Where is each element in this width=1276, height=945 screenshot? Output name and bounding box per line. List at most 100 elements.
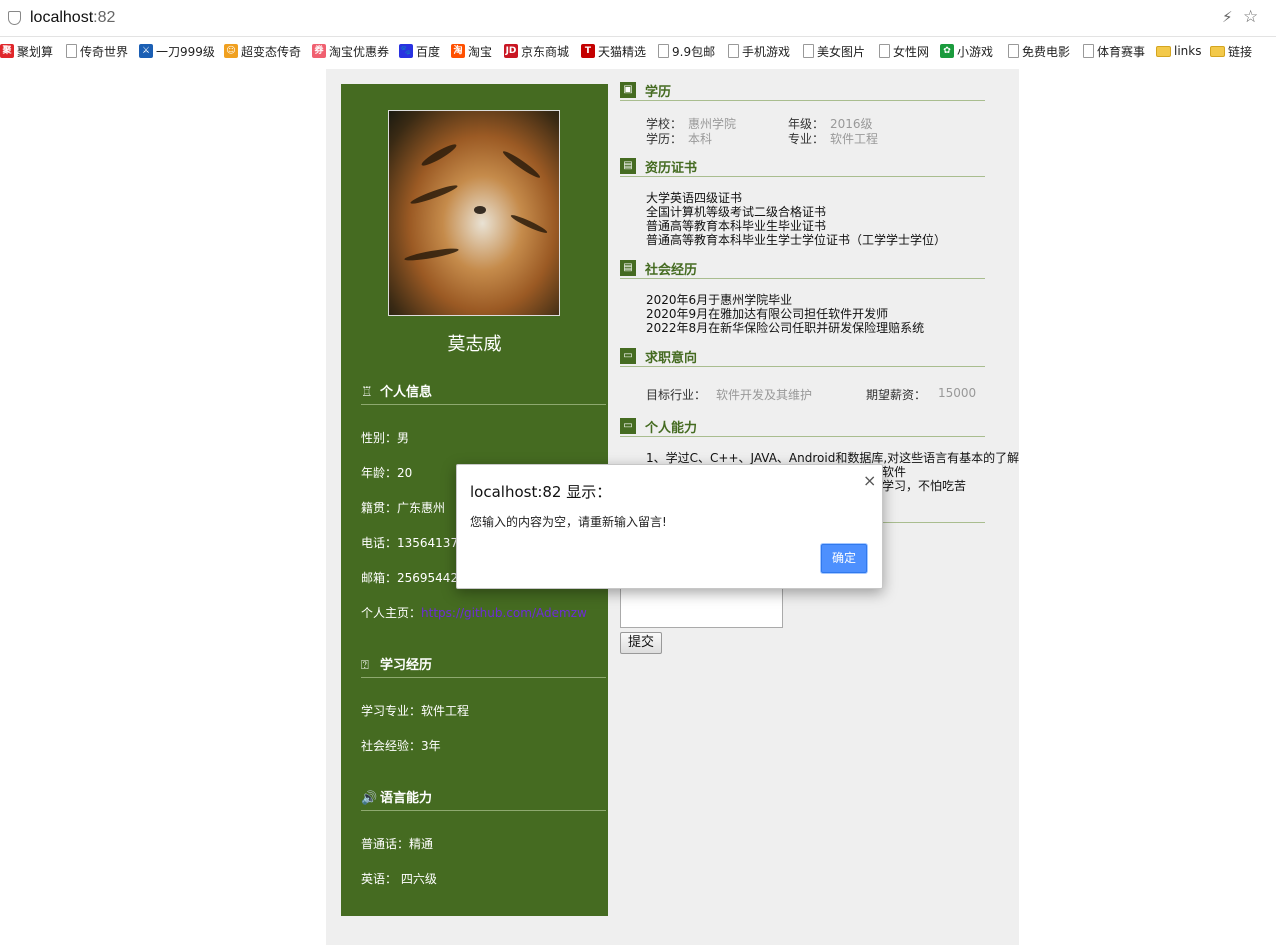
gender-text: 性别：男: [361, 431, 410, 445]
industry-value: 软件开发及其维护: [716, 388, 813, 402]
bookmark-label: 京东商城: [521, 44, 570, 59]
bookmark-item[interactable]: 免费电影: [1008, 42, 1070, 60]
intent-heading: ▭ 求职意向: [620, 348, 985, 367]
tmall-icon: T: [581, 44, 595, 58]
email-text: 邮箱：25695442: [361, 571, 459, 585]
bookmark-item[interactable]: 淘淘宝: [451, 42, 492, 60]
bookmark-label: 淘宝: [468, 44, 493, 59]
submit-button[interactable]: 提交: [620, 632, 662, 654]
game-icon: ✿: [940, 44, 954, 58]
juhuasuan-icon: 聚: [0, 44, 14, 58]
page-icon: [803, 44, 814, 58]
page-icon: [728, 44, 739, 58]
bookmark-item[interactable]: ⚔ 一刀999级: [139, 42, 215, 60]
security-shield-icon[interactable]: [8, 11, 21, 25]
bookmark-label: 免费电影: [1022, 44, 1071, 59]
phone-text: 电话：13564137: [361, 536, 459, 550]
close-icon[interactable]: ×: [863, 471, 876, 490]
bookmark-label: 女性网: [893, 44, 930, 59]
bookmark-label: 聚划算: [17, 44, 54, 59]
study-major-text: 学习专业：软件工程: [361, 704, 470, 718]
bookmark-item[interactable]: 9.9包邮: [658, 42, 715, 60]
profile-photo: [388, 110, 560, 316]
bookmark-label: 小游戏: [957, 44, 994, 59]
major-value: 软件工程: [830, 132, 879, 146]
education-heading: ▣ 学历: [620, 82, 985, 101]
bookmark-label: 天猫精选: [598, 44, 647, 59]
bookmark-label: 9.9包邮: [672, 44, 716, 59]
address-bar[interactable]: localhost:82 ⚡ ☆: [0, 0, 1276, 37]
industry-label: 目标行业：: [646, 388, 707, 402]
bookmark-item[interactable]: 链接: [1210, 42, 1252, 60]
bookmarks-bar: 聚聚划算 传奇世界 ⚔ 一刀999级 ☺ 超变态传奇券淘宝优惠券 🐾 百度淘淘宝 JD 京东商城 T…: [0, 38, 1276, 64]
bookmark-item[interactable]: 美女图片: [803, 42, 865, 60]
bookmark-label: 传奇世界: [80, 44, 129, 59]
social-item: 2022年8月在新华保险公司任职并研发保险理赔系统: [646, 321, 925, 335]
folder-icon: [1156, 45, 1171, 57]
bookmark-label: 体育赛事: [1097, 44, 1146, 59]
bookmark-item[interactable]: 传奇世界: [66, 42, 128, 60]
certificate-item: 大学英语四级证书: [646, 191, 743, 205]
bookmark-star-icon[interactable]: ☆: [1243, 7, 1258, 27]
social-experience-text: 社会经验：3年: [361, 739, 441, 753]
bookmark-label: 美女图片: [817, 44, 866, 59]
url-text[interactable]: localhost:82: [30, 9, 115, 27]
major-label: 专业：: [788, 132, 825, 146]
bookmark-item[interactable]: JD 京东商城: [504, 42, 569, 60]
bookmark-label: 手机游戏: [742, 44, 791, 59]
degree-value: 本科: [688, 132, 713, 146]
taobao-icon: 券: [312, 44, 326, 58]
lightning-icon[interactable]: ⚡: [1222, 8, 1233, 26]
page-icon: [66, 44, 77, 58]
jd-icon: JD: [504, 44, 518, 58]
bookmark-label: 淘宝优惠券: [329, 44, 390, 59]
board-icon: ⍰: [361, 658, 369, 673]
ability-line-tail: 于学习，不怕吃苦: [870, 479, 967, 493]
bookmark-item[interactable]: ✿ 小游戏: [940, 42, 993, 60]
ability-line: 1、学过C、C++、JAVA、Android和数据库,对这些语言有基本的了解: [646, 451, 1020, 465]
speaker-icon: 🔊: [361, 791, 378, 806]
page-icon: [658, 44, 669, 58]
bookmark-label: 百度: [416, 44, 441, 59]
certificate-icon: ▤: [620, 158, 636, 174]
bookmark-item[interactable]: 聚聚划算: [0, 42, 53, 60]
ok-button[interactable]: 确定: [821, 544, 867, 573]
bookmark-label: 一刀999级: [156, 44, 215, 59]
certificates-heading: ▤ 资历证书: [620, 158, 985, 177]
bookmark-item[interactable]: T 天猫精选: [581, 42, 646, 60]
personal-info-heading: ♖ 个人信息: [361, 381, 606, 405]
folder-icon: [1210, 45, 1225, 57]
dialog-message: 您输入的内容为空，请重新输入留言!: [470, 515, 667, 529]
certificate-item: 全国计算机等级考试二级合格证书: [646, 205, 827, 219]
mandarin-text: 普通话：精通: [361, 837, 434, 851]
origin-text: 籍贯：广东惠州: [361, 501, 446, 515]
bookmark-item[interactable]: 手机游戏: [728, 42, 790, 60]
alert-dialog: localhost:82 显示： × 您输入的内容为空，请重新输入留言! 确定: [456, 464, 883, 589]
social-icon: ▤: [620, 260, 636, 276]
salary-value: 15000: [938, 386, 977, 400]
bookmark-item[interactable]: ☺ 超变态传奇: [224, 42, 301, 60]
certificate-item: 普通高等教育本科毕业生学士学位证书（工学学士学位）: [646, 233, 947, 247]
social-item: 2020年6月于惠州学院毕业: [646, 293, 793, 307]
section-divider: [870, 522, 985, 523]
bookmark-item[interactable]: 🐾 百度: [399, 42, 440, 60]
github-link[interactable]: https://github.com/Ademzw: [421, 606, 587, 620]
trophy-icon: ♖: [361, 385, 373, 400]
bookmark-item[interactable]: 券淘宝优惠券: [312, 42, 389, 60]
taobao-icon: 淘: [451, 44, 465, 58]
dialog-title: localhost:82 显示：: [470, 483, 612, 501]
study-heading: ⍰ 学习经历: [361, 654, 606, 678]
degree-label: 学历：: [646, 132, 683, 146]
bookmark-label: links: [1174, 44, 1202, 58]
message-textarea[interactable]: [620, 586, 783, 628]
bookmark-item[interactable]: 体育赛事: [1083, 42, 1145, 60]
game-icon: ⚔: [139, 44, 153, 58]
salary-label: 期望薪资：: [866, 388, 927, 402]
bookmark-item[interactable]: links: [1156, 42, 1201, 60]
monitor-icon: ▭: [620, 348, 636, 364]
social-heading: ▤ 社会经历: [620, 260, 985, 279]
bookmark-item[interactable]: 女性网: [879, 42, 929, 60]
ability-heading: ▭ 个人能力: [620, 418, 985, 437]
certificate-item: 普通高等教育本科毕业生毕业证书: [646, 219, 827, 233]
baidu-icon: 🐾: [399, 44, 413, 58]
